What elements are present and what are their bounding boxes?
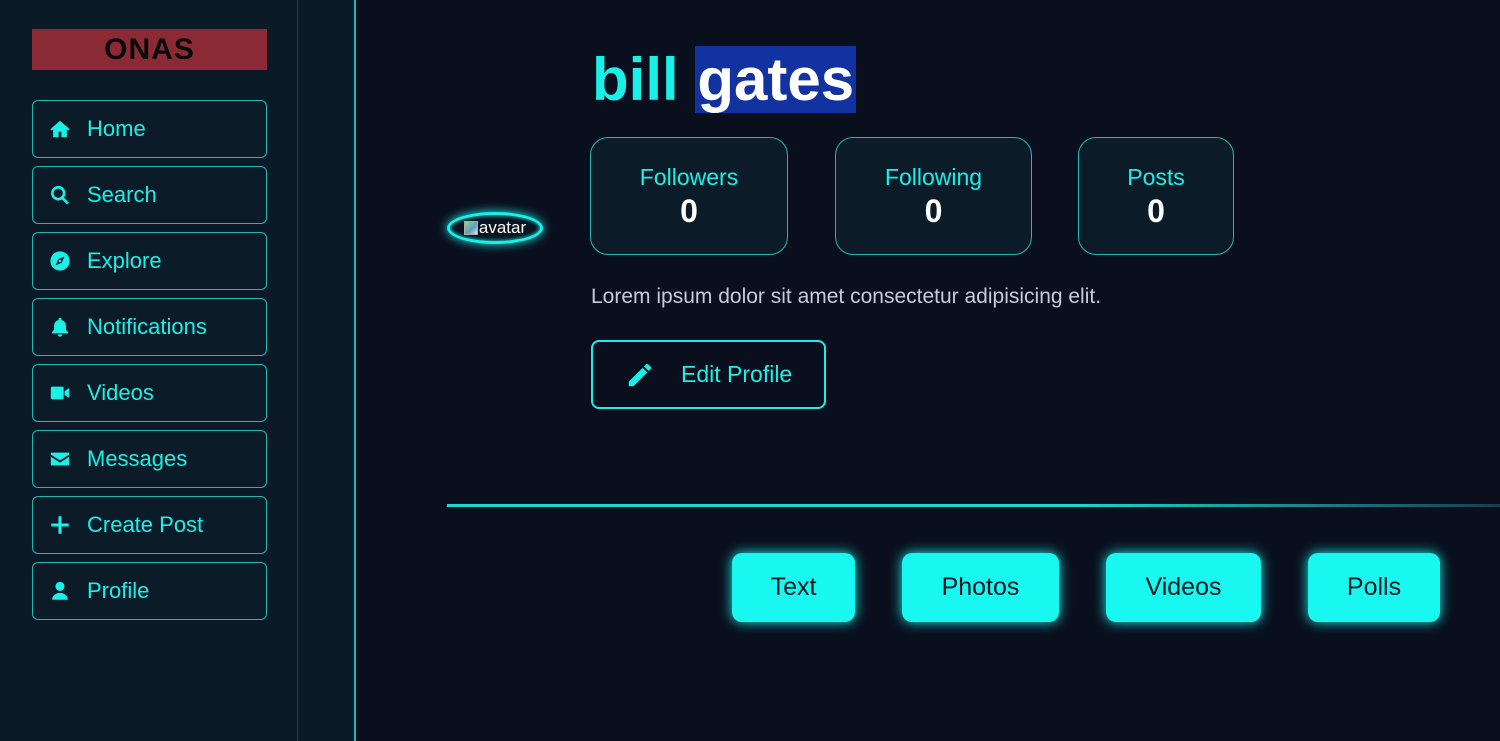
search-icon [48, 183, 72, 207]
tab-text[interactable]: Text [732, 553, 855, 622]
avatar-alt-text: avatar [478, 218, 527, 237]
avatar[interactable]: avatar [447, 212, 543, 244]
sidebar-item-label: Profile [87, 578, 150, 603]
app-root: ONAS Home Search Explore Notifications V… [0, 0, 1500, 741]
sidebar-item-search[interactable]: Search [32, 166, 267, 224]
sidebar-item-label: Notifications [87, 314, 207, 339]
bell-icon [48, 315, 72, 339]
sidebar-item-label: Videos [87, 380, 154, 405]
sidebar-item-profile[interactable]: Profile [32, 562, 267, 620]
video-icon [48, 381, 72, 405]
stat-value: 0 [680, 193, 698, 229]
pencil-icon [625, 360, 655, 390]
sidebar-item-messages[interactable]: Messages [32, 430, 267, 488]
sidebar-item-create-post[interactable]: Create Post [32, 496, 267, 554]
stat-label: Following [884, 164, 983, 190]
stat-posts[interactable]: Posts 0 [1078, 137, 1234, 255]
sidebar-item-label: Search [87, 182, 157, 207]
profile-bio: Lorem ipsum dolor sit amet consectetur a… [591, 285, 1102, 308]
user-icon [48, 579, 72, 603]
sidebar-nav: Home Search Explore Notifications Videos… [32, 100, 267, 628]
profile-first-name: bill [592, 46, 679, 113]
sidebar-item-explore[interactable]: Explore [32, 232, 267, 290]
compass-icon [48, 249, 72, 273]
home-icon [48, 117, 72, 141]
stat-label: Followers [639, 164, 739, 190]
broken-image-icon [463, 221, 478, 235]
stat-value: 0 [924, 193, 943, 229]
sidebar: ONAS Home Search Explore Notifications V… [0, 0, 298, 741]
sidebar-divider-strip [298, 0, 356, 741]
stat-following[interactable]: Following 0 [835, 137, 1032, 255]
sidebar-item-videos[interactable]: Videos [32, 364, 267, 422]
sidebar-item-label: Explore [87, 248, 162, 273]
sidebar-item-notifications[interactable]: Notifications [32, 298, 267, 356]
envelope-icon [48, 447, 72, 471]
sidebar-item-label: Create Post [87, 512, 204, 537]
tab-photos[interactable]: Photos [902, 553, 1059, 622]
stat-followers[interactable]: Followers 0 [590, 137, 788, 255]
tab-videos[interactable]: Videos [1106, 553, 1261, 622]
section-divider [447, 504, 1500, 507]
stat-label: Posts [1127, 164, 1185, 190]
edit-profile-label: Edit Profile [681, 361, 793, 387]
profile-name: bill gates [592, 46, 857, 114]
app-logo[interactable]: ONAS [32, 29, 267, 70]
sidebar-item-label: Messages [87, 446, 188, 471]
sidebar-item-home[interactable]: Home [32, 100, 267, 158]
sidebar-item-label: Home [87, 116, 146, 141]
edit-profile-button[interactable]: Edit Profile [591, 340, 826, 409]
profile-last-name: gates [695, 46, 857, 113]
plus-icon [48, 513, 72, 537]
stat-value: 0 [1147, 193, 1165, 229]
tab-polls[interactable]: Polls [1308, 553, 1440, 622]
